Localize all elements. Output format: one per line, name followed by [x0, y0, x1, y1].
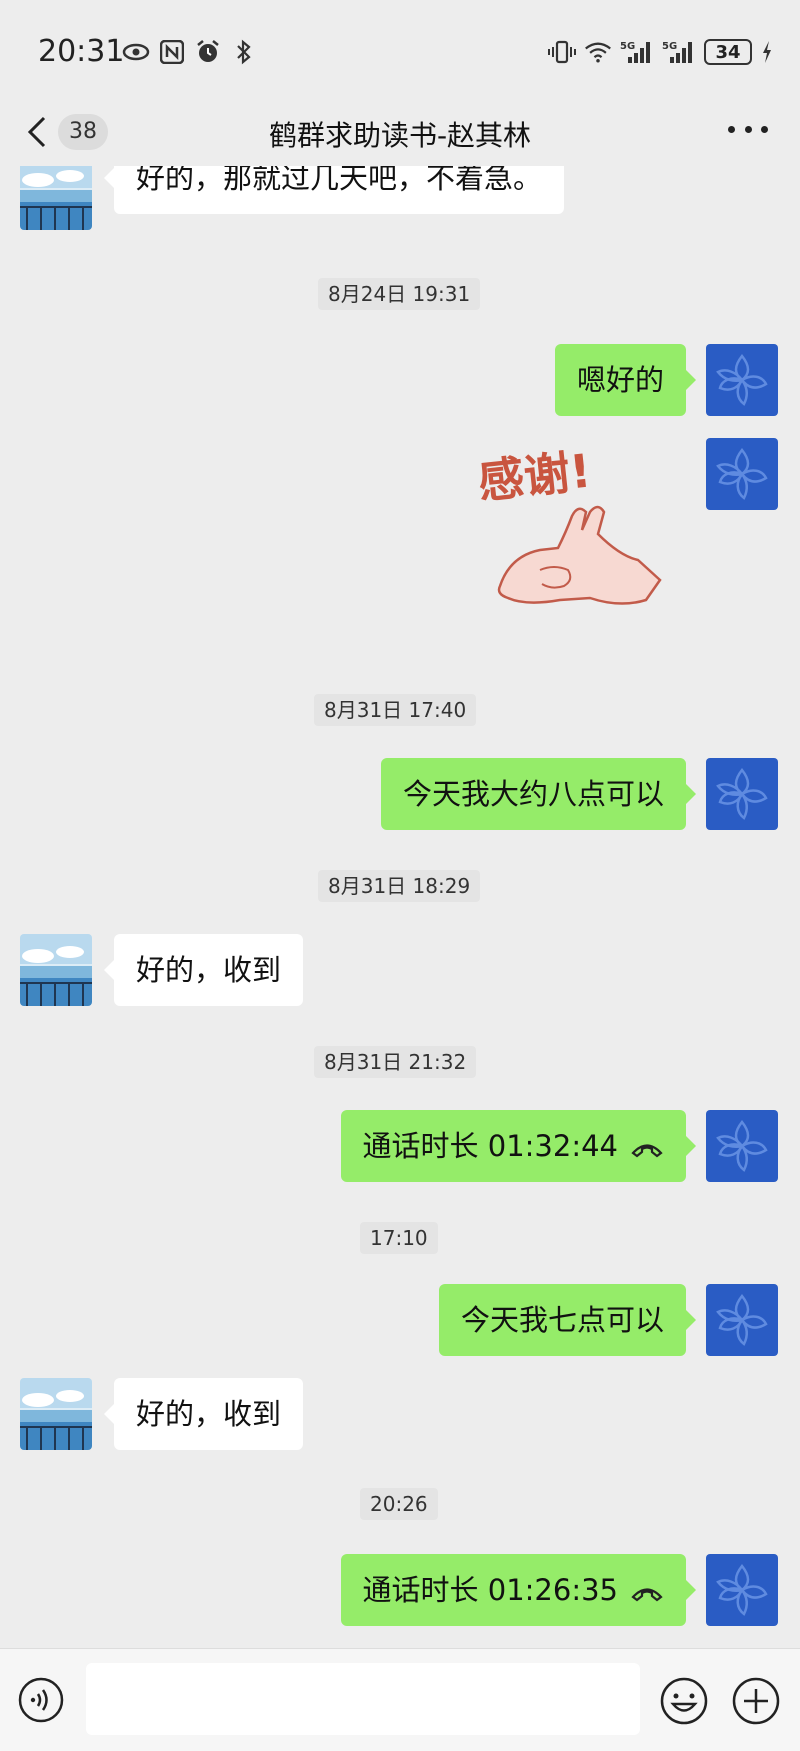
status-icons-left	[122, 38, 258, 66]
message-bubble-outgoing[interactable]: 今天我七点可以	[438, 1284, 697, 1356]
message-bubble-outgoing[interactable]: 今天我大约八点可以	[380, 758, 697, 830]
timestamp: 8月31日 18:29	[318, 870, 481, 902]
more-functions-button[interactable]	[732, 1677, 780, 1725]
vibrate-icon	[548, 38, 576, 66]
status-time: 20:31	[38, 34, 125, 69]
message-bubble-outgoing[interactable]: 嗯好的	[554, 344, 697, 416]
my-avatar[interactable]	[706, 344, 778, 416]
timestamp: 17:10	[360, 1222, 438, 1254]
nfc-icon	[158, 38, 186, 66]
more-dot	[728, 126, 735, 133]
my-avatar[interactable]	[706, 1554, 778, 1626]
timestamp: 8月31日 21:32	[314, 1046, 477, 1078]
my-avatar[interactable]	[706, 438, 778, 510]
more-options-button[interactable]	[728, 126, 768, 136]
message-bubble-incoming[interactable]: 好的，收到	[103, 1378, 304, 1450]
my-avatar[interactable]	[706, 1284, 778, 1356]
svg-text:5G: 5G	[662, 41, 677, 52]
message-input[interactable]	[86, 1663, 640, 1735]
contact-avatar[interactable]	[20, 934, 92, 1006]
chat-title: 鹤群求助读书-赵其林	[268, 119, 532, 152]
voice-icon	[18, 1677, 64, 1723]
timestamp: 8月31日 17:40	[314, 694, 477, 726]
more-dot	[744, 126, 752, 133]
call-record-bubble[interactable]: 通话时长 01:26:35	[340, 1554, 697, 1628]
alarm-icon	[194, 38, 222, 66]
phone-hangup-icon	[630, 1112, 664, 1184]
plus-icon	[732, 1677, 780, 1725]
chat-header: 38 鹤群求助读书-赵其林	[0, 100, 800, 166]
timestamp: 20:26	[360, 1488, 438, 1520]
call-record-bubble[interactable]: 通话时长 01:32:44	[340, 1110, 697, 1184]
message-bubble-incoming[interactable]: 好的，收到	[103, 934, 304, 1006]
input-bar	[0, 1648, 800, 1751]
timestamp: 8月24日 19:31	[318, 278, 481, 310]
wifi-icon	[584, 38, 612, 66]
contact-avatar[interactable]	[20, 166, 92, 230]
my-avatar[interactable]	[706, 1110, 778, 1182]
message-bubble-incoming[interactable]: 好的，那就过几天吧，不着急。	[103, 166, 565, 214]
voice-input-button[interactable]	[18, 1677, 64, 1723]
sticker-text: 感谢!	[476, 443, 594, 509]
phone-hangup-icon	[630, 1556, 664, 1628]
emoji-icon	[660, 1677, 708, 1725]
signal-5g-icon: 5G	[620, 38, 654, 66]
call-duration-text: 通话时长 01:26:35	[362, 1573, 618, 1607]
bluetooth-icon	[230, 38, 258, 66]
message-list[interactable]: 好的，那就过几天吧，不着急。 8月24日 19:31 嗯好的 感谢! 8月31日…	[0, 166, 800, 1644]
status-icons-right: 5G 5G 34	[548, 38, 774, 66]
battery-icon: 34	[704, 39, 752, 65]
emoji-button[interactable]	[660, 1677, 708, 1725]
charging-icon	[760, 38, 774, 66]
eye-icon	[122, 38, 150, 66]
svg-text:5G: 5G	[620, 41, 635, 52]
my-avatar[interactable]	[706, 758, 778, 830]
thanks-sticker[interactable]: 感谢!	[470, 438, 680, 648]
thanks-sticker-image: 感谢!	[476, 443, 662, 605]
signal-5g-icon-2: 5G	[662, 38, 696, 66]
status-bar: 20:31 5G 5G 34	[0, 0, 800, 104]
more-dot	[761, 126, 768, 133]
contact-avatar[interactable]	[20, 1378, 92, 1450]
call-duration-text: 通话时长 01:32:44	[362, 1129, 618, 1163]
